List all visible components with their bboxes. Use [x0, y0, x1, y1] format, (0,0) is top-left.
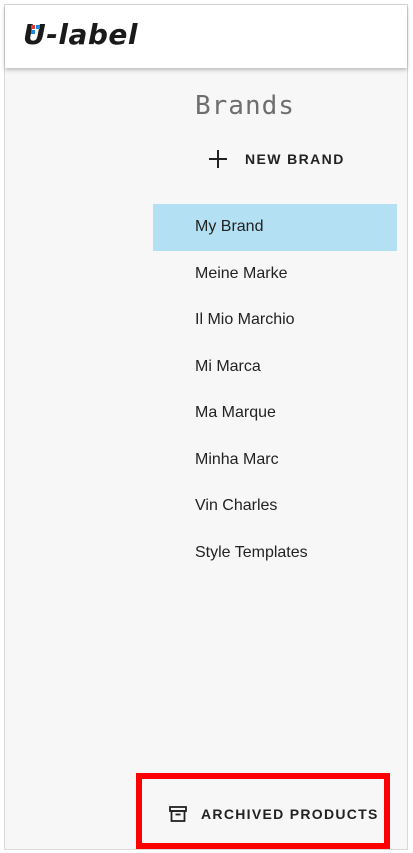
brand-item-ma-marque[interactable]: Ma Marque [153, 390, 397, 437]
archived-products-highlight: ARCHIVED PRODUCTS [136, 773, 390, 849]
app-logo[interactable]: U-label [23, 19, 138, 51]
brand-list: My Brand Meine Marke Il Mio Marchio Mi M… [153, 204, 397, 576]
archive-box-icon [169, 806, 187, 822]
brand-item-mi-marca[interactable]: Mi Marca [153, 344, 397, 391]
app-header: U-label [5, 5, 407, 68]
brand-item-my-brand[interactable]: My Brand [153, 204, 397, 251]
brand-item-style-templates[interactable]: Style Templates [153, 530, 397, 577]
logo-mark-icon [31, 25, 45, 34]
new-brand-button[interactable]: NEW BRAND [209, 145, 345, 173]
logo-text: U-label [23, 18, 138, 51]
brand-item-vin-charles[interactable]: Vin Charles [153, 483, 397, 530]
new-brand-label: NEW BRAND [245, 151, 345, 167]
brands-sidebar: Brands NEW BRAND My Brand Meine Marke Il… [153, 68, 397, 851]
brand-item-minha-marc[interactable]: Minha Marc [153, 437, 397, 484]
app-window: U-label Brands NEW BRAND My Brand Meine … [4, 4, 408, 850]
brands-title: Brands [195, 91, 295, 121]
archived-products-button[interactable]: ARCHIVED PRODUCTS [169, 805, 379, 823]
plus-icon [209, 150, 227, 168]
brand-item-il-mio-marchio[interactable]: Il Mio Marchio [153, 297, 397, 344]
archived-products-label: ARCHIVED PRODUCTS [201, 806, 379, 822]
brand-item-meine-marke[interactable]: Meine Marke [153, 251, 397, 298]
